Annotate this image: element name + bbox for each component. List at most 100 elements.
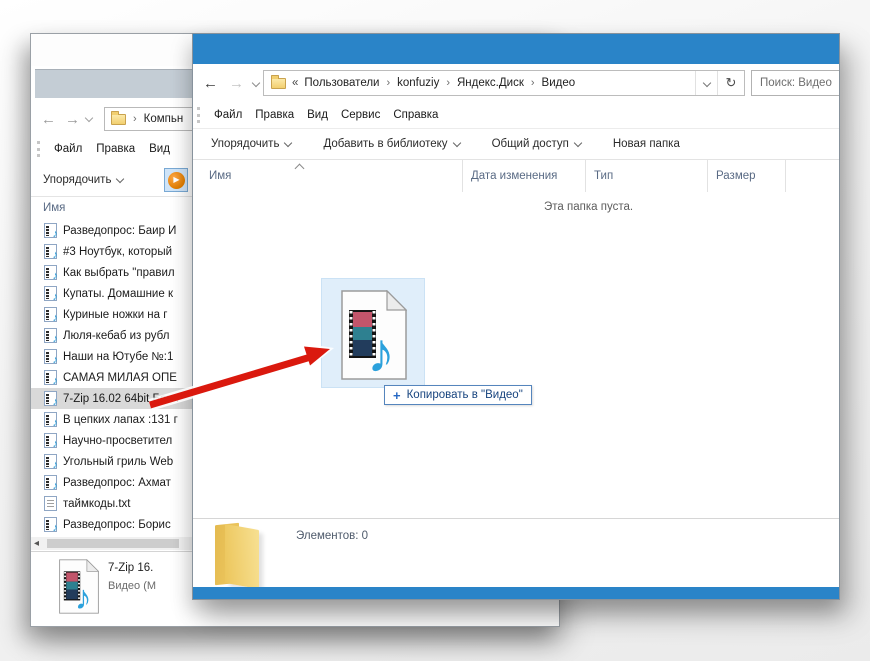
titlebar[interactable] [193,34,839,64]
breadcrumb-separator: › [132,113,138,125]
column-header-name[interactable]: Имя [43,202,65,214]
file-name: #3 Ноутбук, который [63,246,172,258]
address-dropdown-button[interactable] [695,71,717,95]
breadcrumb-item[interactable]: Видео [542,77,576,89]
media-file-icon: ♪ [44,244,57,259]
music-note-icon: ♪ [53,292,59,303]
play-button[interactable]: ▶ [164,168,188,192]
scrollbar-thumb[interactable] [47,539,179,548]
file-name: Разведопрос: Ахмат [63,477,171,489]
film-strip-icon [46,478,49,488]
file-name: В цепких лапах :131 г [63,414,178,426]
media-file-icon: ♪ [44,349,57,364]
breadcrumb-overflow[interactable]: « [292,77,298,89]
column-header-size[interactable]: Размер [708,160,786,192]
text-file-icon [44,496,57,511]
music-note-icon: ♪ [367,321,395,380]
dragged-file[interactable]: ♪ [321,278,425,388]
toolbar-drag-handle[interactable] [37,141,40,157]
toolbar-button[interactable]: Общий доступ [482,135,591,153]
file-name: Купаты. Домашние к [63,288,173,300]
text-lines [47,500,54,509]
column-header-name[interactable]: Имя [193,160,463,192]
breadcrumb-item[interactable]: konfuziy [397,77,439,89]
forward-button[interactable]: → [229,76,244,91]
selected-file-type: Видео (M [108,580,156,592]
toolbar-button[interactable]: Новая папка [603,135,690,153]
menu-item[interactable]: Вид [149,143,170,155]
file-name: Разведопрос: Борис [63,519,171,531]
music-note-icon: ♪ [53,313,59,324]
play-icon: ▶ [168,172,185,189]
file-name: Разведопрос: Баир И [63,225,176,237]
toolbar-button[interactable]: Добавить в библиотеку [313,135,469,153]
chevron-down-icon[interactable] [252,79,260,87]
file-name: САМАЯ МИЛАЯ ОПЕ [63,372,177,384]
menu-bar: Файл Правка Вид Сервис Справка [193,102,839,128]
music-note-icon: ♪ [53,250,59,261]
breadcrumb-item[interactable]: Яндекс.Диск [457,77,524,89]
media-file-icon: ♪ [44,454,57,469]
breadcrumb-item[interactable]: Пользователи [304,77,379,89]
file-name: 7-Zip 16.02 64bit Бенч [63,393,179,405]
media-file-icon: ♪ [44,265,57,280]
toolbar-drag-handle[interactable] [197,107,200,123]
items-count: Элементов: 0 [296,530,368,542]
window-bottom-bar [193,587,839,599]
folder-front-flap [225,524,259,589]
film-strip-icon [46,289,49,299]
scroll-left-icon[interactable]: ◂ [34,539,39,549]
search-input[interactable] [751,70,840,96]
open-folder-icon [214,522,270,589]
chevron-down-icon [284,139,292,147]
breadcrumb-item[interactable]: Компьн [144,113,184,125]
music-note-icon: ♪ [53,523,59,534]
column-header-date[interactable]: Дата изменения [463,160,586,192]
chevron-down-icon[interactable] [85,114,93,122]
film-strip-icon [46,268,49,278]
film-strip-icon [46,457,49,467]
organize-button[interactable]: Упорядочить [43,174,123,186]
breadcrumb: « Пользователи›konfuziy›Яндекс.Диск›Виде… [264,71,695,95]
breadcrumb-path: Пользователи›konfuziy›Яндекс.Диск›Видео [304,77,575,89]
back-button[interactable]: ← [41,112,56,127]
menu-item[interactable]: Правка [96,143,135,155]
explorer-window-video: ← → « Пользователи›konfuziy›Яндекс.Диск›… [192,33,840,600]
breadcrumb-separator: › [385,77,391,89]
film-strip-icon [46,394,49,404]
media-file-icon: ♪ [44,328,57,343]
empty-folder-text: Эта папка пуста. [544,201,633,213]
forward-button[interactable]: → [65,112,80,127]
menu-item[interactable]: Файл [214,109,242,121]
media-file-icon: ♪ [44,223,57,238]
menu-item[interactable]: Правка [255,109,294,121]
media-file-icon: ♪ [44,391,57,406]
film-strip-icon [46,373,49,383]
menu-item[interactable]: Сервис [341,109,380,121]
music-note-icon: ♪ [53,460,59,471]
media-file-icon: ♪ [341,290,407,380]
chevron-down-icon [116,175,124,183]
music-note-icon: ♪ [53,229,59,240]
menu-item[interactable]: Файл [54,143,82,155]
toolbar-button[interactable]: Упорядочить [201,135,301,153]
file-name: Люля-кебаб из рубл [63,330,169,342]
music-note-icon: ♪ [53,355,59,366]
file-name: Куриные ножки на г [63,309,167,321]
address-box[interactable]: « Пользователи›konfuziy›Яндекс.Диск›Виде… [263,70,745,96]
media-file-icon: ♪ [44,517,57,532]
organize-label: Упорядочить [43,174,111,186]
back-button[interactable]: ← [203,76,218,91]
music-note-icon: ♪ [53,334,59,345]
menu-items: Файл Правка Вид Сервис Справка [214,109,438,121]
address-bar: ← → « Пользователи›konfuziy›Яндекс.Диск›… [193,64,839,102]
media-file-icon: ♪ [44,307,57,322]
menu-item[interactable]: Вид [307,109,328,121]
film-strip-icon [46,436,49,446]
menu-item[interactable]: Справка [393,109,438,121]
music-note-icon: ♪ [53,481,59,492]
column-header-type[interactable]: Тип [586,160,708,192]
refresh-button[interactable]: ↻ [717,71,744,95]
film-strip-icon [46,226,49,236]
film-strip-icon [46,331,49,341]
